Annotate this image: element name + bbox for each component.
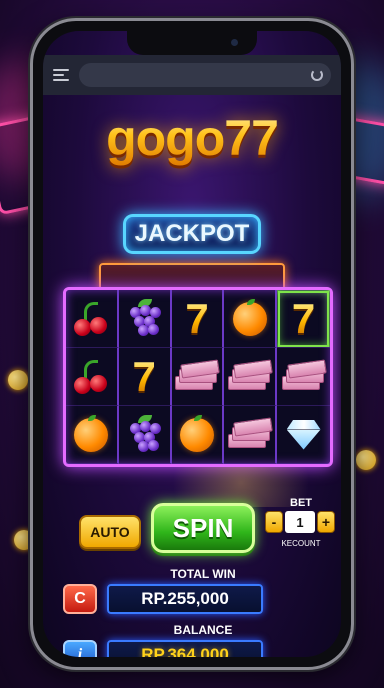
- cash-icon: [227, 358, 273, 392]
- reel-cell: 7: [171, 290, 225, 348]
- reel-cell: [224, 406, 278, 464]
- reel-cell: 7: [277, 290, 330, 348]
- reel-cell: [118, 290, 172, 348]
- phone-screen: gogo77 JACKPOT 777 AUTO SPIN BET - 1 + K…: [43, 31, 341, 657]
- reel-cell: [66, 290, 119, 348]
- diamond-icon: [286, 419, 321, 450]
- reel-cell: [277, 406, 330, 464]
- bet-label: BET: [290, 497, 312, 509]
- orange-icon: [74, 414, 109, 452]
- reel-cell: [118, 406, 172, 464]
- seven-icon: 7: [185, 294, 209, 342]
- total-win-row: C RP.255,000: [63, 583, 323, 615]
- balance-row: i RP.364,000: [63, 639, 323, 657]
- address-bar[interactable]: [79, 63, 331, 87]
- game-logo: gogo77: [43, 109, 341, 167]
- refresh-icon[interactable]: C: [63, 584, 97, 614]
- orange-icon: [232, 298, 267, 336]
- info-icon[interactable]: i: [63, 640, 97, 657]
- auto-spin-button[interactable]: AUTO: [79, 515, 141, 549]
- browser-toolbar: [43, 55, 341, 95]
- balance-value: RP.364,000: [107, 640, 263, 657]
- grape-icon: [126, 414, 162, 453]
- slot-reels: 777: [63, 287, 333, 467]
- cash-icon: [281, 358, 327, 392]
- bet-stepper: - 1 +: [265, 509, 337, 535]
- reel-cell: [171, 406, 225, 464]
- coin-icon: [356, 450, 376, 470]
- phone-frame: gogo77 JACKPOT 777 AUTO SPIN BET - 1 + K…: [30, 18, 354, 670]
- bet-increase-button[interactable]: +: [317, 511, 335, 533]
- hamburger-menu-icon[interactable]: [53, 69, 69, 81]
- total-win-label: TOTAL WIN: [170, 567, 236, 581]
- reel-cell: [224, 290, 278, 348]
- cash-icon: [227, 416, 273, 450]
- bet-value: 1: [285, 511, 315, 533]
- balance-label: BALANCE: [173, 623, 233, 637]
- grape-icon: [126, 298, 162, 337]
- jackpot-sign: JACKPOT: [123, 214, 261, 254]
- total-win-value: RP.255,000: [107, 584, 263, 614]
- reload-icon[interactable]: [311, 69, 323, 81]
- bet-sub-label: KECOUNT: [281, 539, 321, 548]
- seven-icon: 7: [132, 352, 156, 400]
- reel-cell: [66, 348, 119, 406]
- reel-cell: [171, 348, 225, 406]
- reel-cell: [224, 348, 278, 406]
- camera-icon: [231, 39, 238, 46]
- cash-icon: [174, 358, 220, 392]
- reel-cell: 7: [118, 348, 172, 406]
- coin-icon: [8, 370, 28, 390]
- reel-cell: [66, 406, 119, 464]
- reel-cell: [277, 348, 330, 406]
- seven-icon: 7: [291, 294, 316, 342]
- orange-icon: [179, 414, 214, 452]
- cherry-icon: [72, 301, 110, 336]
- cherry-icon: [72, 359, 110, 394]
- spin-button[interactable]: SPIN: [151, 503, 255, 553]
- sparkle-effect: [73, 467, 313, 507]
- bet-decrease-button[interactable]: -: [265, 511, 283, 533]
